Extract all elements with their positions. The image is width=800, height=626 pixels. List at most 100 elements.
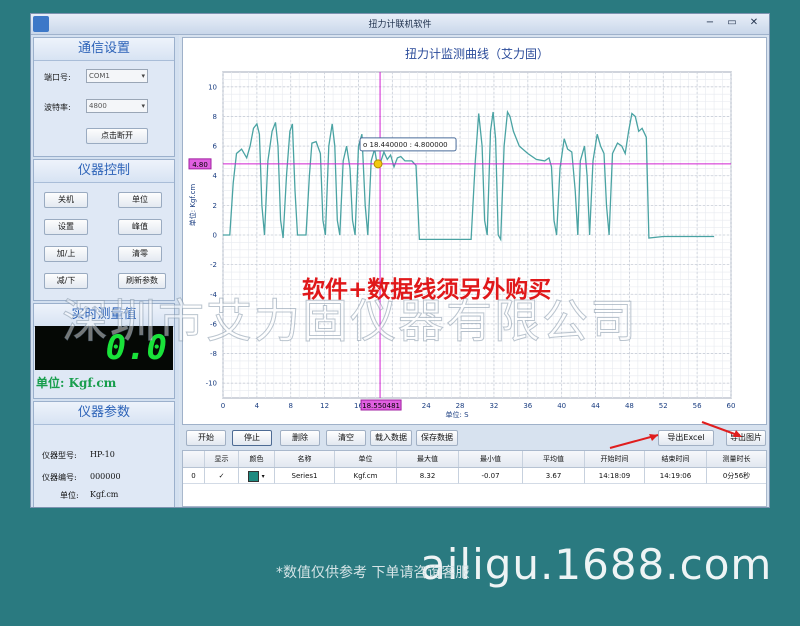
toolbar: 开始 停止 删除 清空 载入数据 保存数据 导出Excel 导出图片 — [182, 428, 767, 448]
delete-button[interactable]: 删除 — [280, 430, 320, 446]
baud-value: 4800 — [89, 102, 107, 110]
settings-button[interactable]: 设置 — [44, 219, 88, 235]
disconnect-button[interactable]: 点击断开 — [86, 128, 148, 144]
save-data-button[interactable]: 保存数据 — [416, 430, 458, 446]
x-tick-label: 48 — [625, 402, 634, 410]
serial-label: 仪器编号: — [42, 473, 77, 482]
series-table: 显示 颜色 名称 单位 最大值 最小值 平均值 开始时间 结束时间 测量时长 0… — [182, 450, 767, 507]
y-tick-label: 4 — [213, 172, 218, 180]
realtime-unit: 单位: Kgf.cm — [36, 376, 117, 390]
close-icon[interactable]: ✕ — [747, 17, 761, 29]
table-header: 显示 颜色 名称 单位 最大值 最小值 平均值 开始时间 结束时间 测量时长 — [183, 451, 766, 468]
x-tick-label: 0 — [221, 402, 225, 410]
serial-value: 000000 — [90, 472, 121, 481]
arrow-image-icon — [701, 421, 742, 437]
y-tick-label: -10 — [206, 380, 217, 388]
purchase-notice: 软件+数据线须另外购买 — [302, 277, 552, 303]
zero-button[interactable]: 清零 — [118, 246, 162, 262]
cursor-x-label: 18.550481 — [362, 402, 400, 410]
x-tick-label: 56 — [693, 402, 702, 410]
column-header: 测量时长 — [722, 455, 751, 463]
column-header: 名称 — [275, 451, 335, 467]
y-tick-label: -8 — [210, 350, 217, 358]
baud-select[interactable]: 4800 ▾ — [86, 99, 148, 113]
y-tick-label: -2 — [210, 261, 217, 269]
title-bar: 扭力计联机软件 − ▭ ✕ — [31, 14, 769, 35]
y-tick-label: 0 — [213, 232, 217, 240]
row-index: 0 — [183, 468, 205, 484]
load-data-button[interactable]: 载入数据 — [370, 430, 412, 446]
series-unit: Kgf.cm — [335, 468, 397, 484]
site-url: ailigu.1688.com — [420, 540, 773, 589]
column-header: 显示 — [205, 451, 239, 467]
column-header — [183, 451, 205, 467]
minimize-icon[interactable]: − — [703, 17, 717, 29]
power-off-button[interactable]: 关机 — [44, 192, 88, 208]
end-time: 14:19:06 — [645, 468, 707, 484]
series-name: Series1 — [275, 468, 335, 484]
model-value: HP-10 — [90, 450, 115, 459]
column-header: 最大值 — [397, 451, 459, 467]
control-panel: 仪器控制 关机 单位 设置 峰值 加/上 清零 减/下 刷新参数 — [33, 159, 175, 301]
disclaimer-note: *数值仅供参考 下单请咨询客服 — [276, 565, 470, 581]
y-tick-label: 6 — [213, 143, 218, 151]
y-tick-label: 8 — [213, 113, 217, 121]
min-value: -0.07 — [459, 468, 523, 484]
x-tick-label: 24 — [422, 402, 431, 410]
start-time: 14:18:09 — [585, 468, 645, 484]
x-tick-label: 60 — [727, 402, 736, 410]
params-header: 仪器参数 — [34, 402, 174, 425]
params-panel: 仪器参数 仪器型号: HP-10 仪器编号: 000000 单位: Kgf.cm — [33, 401, 175, 507]
x-tick-label: 4 — [255, 402, 260, 410]
column-header: 开始时间 — [585, 451, 645, 467]
cursor-y-label: 4.80 — [192, 161, 208, 169]
x-tick-label: 8 — [288, 402, 292, 410]
unit-value: Kgf.cm — [90, 490, 119, 499]
stop-button[interactable]: 停止 — [232, 430, 272, 446]
port-value: COM1 — [89, 72, 110, 80]
chart-title: 扭力计监测曲线（艾力固） — [405, 47, 549, 61]
max-value: 8.32 — [397, 468, 459, 484]
clear-button[interactable]: 清空 — [326, 430, 366, 446]
avg-value: 3.67 — [523, 468, 585, 484]
comm-settings-header: 通信设置 — [34, 38, 174, 61]
x-axis-label: 单位: S — [445, 410, 469, 419]
chevron-down-icon: ▾ — [141, 102, 145, 110]
column-header: 颜色 — [239, 451, 275, 467]
column-header: 最小值 — [459, 451, 523, 467]
arrow-excel-icon — [609, 434, 659, 449]
maximize-icon[interactable]: ▭ — [725, 17, 739, 29]
increase-button[interactable]: 加/上 — [44, 246, 88, 262]
color-picker[interactable]: ▾ — [239, 468, 275, 484]
chart-svg[interactable]: 扭力计监测曲线（艾力固）0481216202428323640444852566… — [183, 38, 766, 424]
duration: 0分56秒 — [707, 468, 766, 484]
show-checkbox[interactable]: ✓ — [205, 468, 239, 484]
unit-button[interactable]: 单位 — [118, 192, 162, 208]
chart-area[interactable]: 扭力计监测曲线（艾力固）0481216202428323640444852566… — [182, 37, 767, 425]
y-tick-label: 2 — [213, 202, 217, 210]
x-tick-label: 52 — [659, 402, 668, 410]
x-tick-label: 44 — [591, 402, 600, 410]
y-axis-label: 单位: Kgf.cm — [188, 184, 197, 227]
model-label: 仪器型号: — [42, 451, 77, 460]
control-header: 仪器控制 — [34, 160, 174, 183]
x-tick-label: 12 — [320, 402, 329, 410]
x-tick-label: 40 — [557, 402, 566, 410]
chevron-down-icon: ▾ — [141, 72, 145, 80]
y-tick-label: 10 — [208, 83, 217, 91]
column-header: 平均值 — [523, 451, 585, 467]
column-header: 单位 — [335, 451, 397, 467]
left-panel: 通信设置 端口号: COM1 ▾ 波特率: 4800 ▾ 点击断开 仪器控制 关… — [31, 35, 179, 507]
cursor-marker — [373, 159, 383, 169]
baud-label: 波特率: — [44, 103, 71, 112]
port-label: 端口号: — [44, 73, 71, 82]
peak-button[interactable]: 峰值 — [118, 219, 162, 235]
unit-label: 单位: — [60, 491, 79, 500]
x-tick-label: 28 — [456, 402, 465, 410]
x-tick-label: 32 — [489, 402, 498, 410]
color-swatch — [248, 470, 260, 482]
start-button[interactable]: 开始 — [186, 430, 226, 446]
cursor-tooltip-text: o 18.440000 : 4.800000 — [363, 141, 448, 149]
window-title: 扭力计联机软件 — [368, 20, 432, 30]
port-select[interactable]: COM1 ▾ — [86, 69, 148, 83]
